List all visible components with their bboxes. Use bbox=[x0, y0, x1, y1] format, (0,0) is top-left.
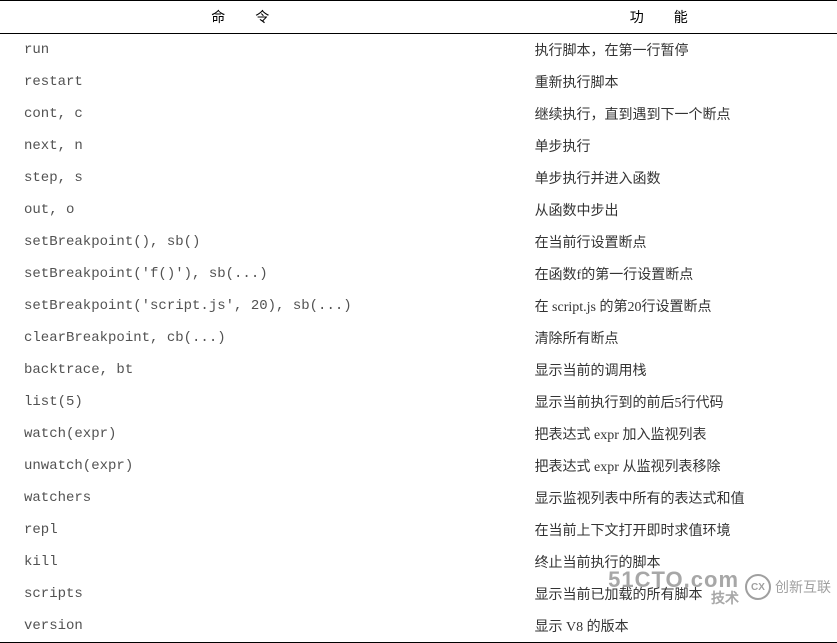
command-cell: kill bbox=[0, 546, 511, 578]
command-cell: watchers bbox=[0, 482, 511, 514]
description-cell: 在函数f的第一行设置断点 bbox=[511, 258, 837, 290]
command-cell: repl bbox=[0, 514, 511, 546]
description-cell: 显示当前执行到的前后5行代码 bbox=[511, 386, 837, 418]
description-cell: 显示 V8 的版本 bbox=[511, 610, 837, 643]
table-row: cont, c继续执行，直到遇到下一个断点 bbox=[0, 98, 837, 130]
command-cell: cont, c bbox=[0, 98, 511, 130]
table-row: version显示 V8 的版本 bbox=[0, 610, 837, 643]
table-row: setBreakpoint('f()'), sb(...)在函数f的第一行设置断… bbox=[0, 258, 837, 290]
table-row: out, o从函数中步出 bbox=[0, 194, 837, 226]
command-cell: setBreakpoint('script.js', 20), sb(...) bbox=[0, 290, 511, 322]
command-cell: unwatch(expr) bbox=[0, 450, 511, 482]
table-row: clearBreakpoint, cb(...)清除所有断点 bbox=[0, 322, 837, 354]
command-cell: restart bbox=[0, 66, 511, 98]
description-cell: 从函数中步出 bbox=[511, 194, 837, 226]
table-row: scripts显示当前已加载的所有脚本 bbox=[0, 578, 837, 610]
command-cell: watch(expr) bbox=[0, 418, 511, 450]
description-cell: 执行脚本，在第一行暂停 bbox=[511, 34, 837, 67]
command-cell: clearBreakpoint, cb(...) bbox=[0, 322, 511, 354]
table-row: unwatch(expr)把表达式 expr 从监视列表移除 bbox=[0, 450, 837, 482]
description-cell: 显示监视列表中所有的表达式和值 bbox=[511, 482, 837, 514]
command-cell: backtrace, bt bbox=[0, 354, 511, 386]
table-row: run执行脚本，在第一行暂停 bbox=[0, 34, 837, 67]
table-row: setBreakpoint(), sb()在当前行设置断点 bbox=[0, 226, 837, 258]
description-cell: 终止当前执行的脚本 bbox=[511, 546, 837, 578]
description-cell: 把表达式 expr 从监视列表移除 bbox=[511, 450, 837, 482]
command-cell: run bbox=[0, 34, 511, 67]
description-cell: 在当前行设置断点 bbox=[511, 226, 837, 258]
table-row: setBreakpoint('script.js', 20), sb(...)在… bbox=[0, 290, 837, 322]
description-cell: 在当前上下文打开即时求值环境 bbox=[511, 514, 837, 546]
description-cell: 清除所有断点 bbox=[511, 322, 837, 354]
description-cell: 单步执行并进入函数 bbox=[511, 162, 837, 194]
table-row: backtrace, bt显示当前的调用栈 bbox=[0, 354, 837, 386]
command-cell: scripts bbox=[0, 578, 511, 610]
table-row: kill终止当前执行的脚本 bbox=[0, 546, 837, 578]
table-row: restart重新执行脚本 bbox=[0, 66, 837, 98]
description-cell: 继续执行，直到遇到下一个断点 bbox=[511, 98, 837, 130]
command-cell: setBreakpoint(), sb() bbox=[0, 226, 511, 258]
table-row: step, s单步执行并进入函数 bbox=[0, 162, 837, 194]
description-cell: 在 script.js 的第20行设置断点 bbox=[511, 290, 837, 322]
description-cell: 把表达式 expr 加入监视列表 bbox=[511, 418, 837, 450]
table-header-row: 命令 功能 bbox=[0, 1, 837, 34]
command-cell: next, n bbox=[0, 130, 511, 162]
header-command: 命令 bbox=[0, 1, 511, 34]
command-cell: step, s bbox=[0, 162, 511, 194]
command-cell: version bbox=[0, 610, 511, 643]
command-cell: list(5) bbox=[0, 386, 511, 418]
description-cell: 显示当前的调用栈 bbox=[511, 354, 837, 386]
description-cell: 重新执行脚本 bbox=[511, 66, 837, 98]
debugger-commands-table: 命令 功能 run执行脚本，在第一行暂停restart重新执行脚本cont, c… bbox=[0, 0, 837, 643]
description-cell: 显示当前已加载的所有脚本 bbox=[511, 578, 837, 610]
table-row: repl在当前上下文打开即时求值环境 bbox=[0, 514, 837, 546]
command-cell: setBreakpoint('f()'), sb(...) bbox=[0, 258, 511, 290]
description-cell: 单步执行 bbox=[511, 130, 837, 162]
header-function: 功能 bbox=[511, 1, 837, 34]
table-row: list(5)显示当前执行到的前后5行代码 bbox=[0, 386, 837, 418]
table-row: watchers显示监视列表中所有的表达式和值 bbox=[0, 482, 837, 514]
table-row: watch(expr)把表达式 expr 加入监视列表 bbox=[0, 418, 837, 450]
table-row: next, n单步执行 bbox=[0, 130, 837, 162]
command-cell: out, o bbox=[0, 194, 511, 226]
